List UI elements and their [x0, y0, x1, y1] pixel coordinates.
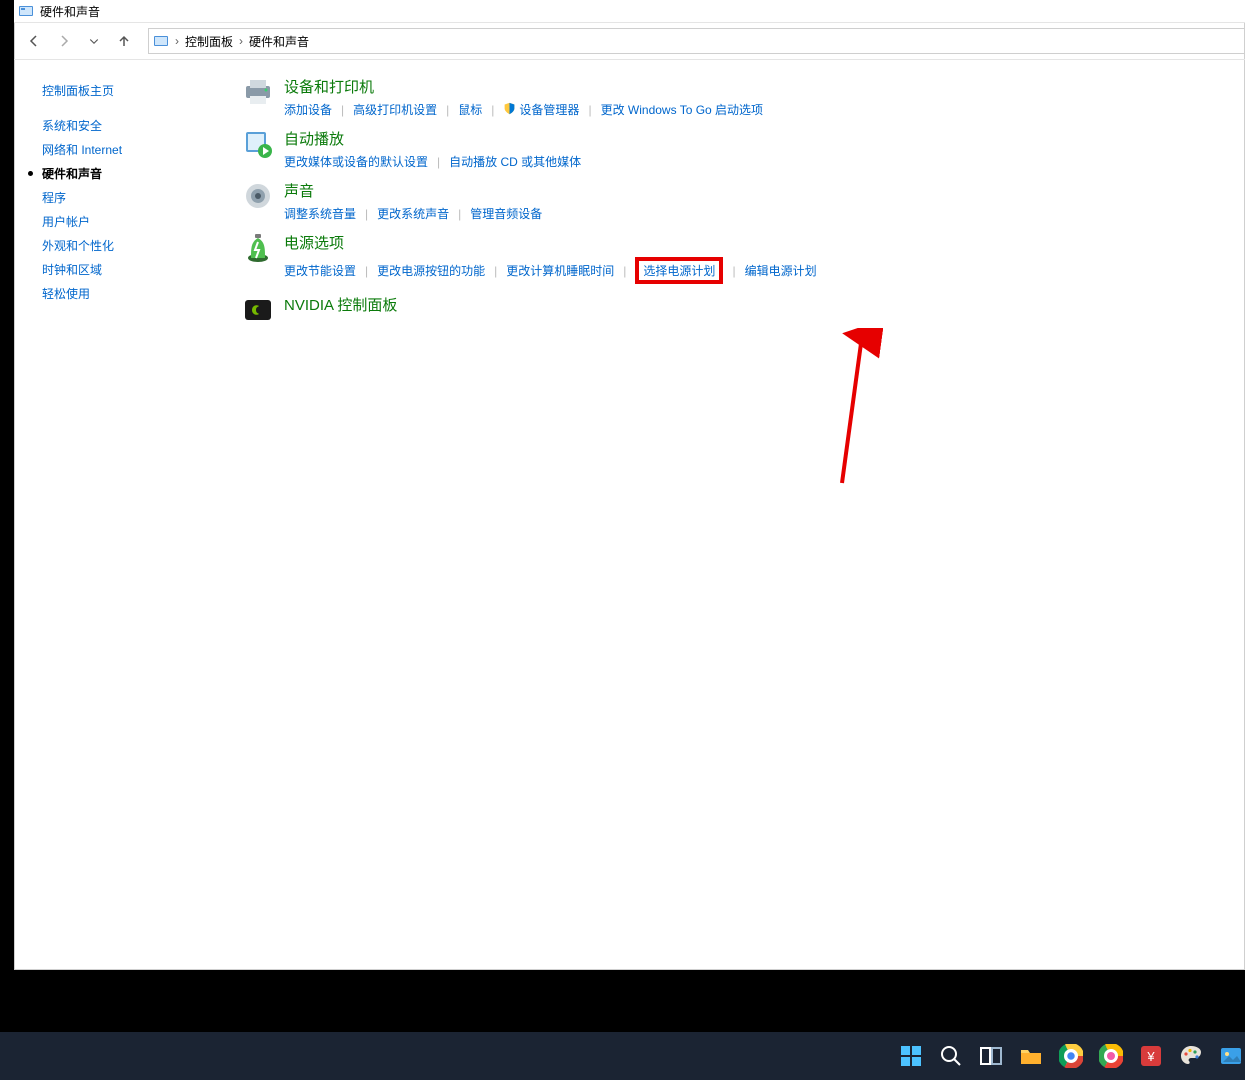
link-advanced-printer[interactable]: 高级打印机设置	[353, 101, 437, 118]
annotation-arrow	[827, 328, 887, 488]
control-panel-icon	[18, 3, 34, 19]
window-title: 硬件和声音	[40, 3, 100, 20]
nvidia-icon	[238, 294, 278, 334]
link-mouse[interactable]: 鼠标	[458, 101, 482, 118]
shield-icon	[503, 102, 516, 118]
category-title-devices[interactable]: 设备和打印机	[284, 76, 763, 97]
link-power-button-action[interactable]: 更改电源按钮的功能	[377, 262, 485, 279]
category-title-autoplay[interactable]: 自动播放	[284, 128, 581, 149]
chevron-right-icon: ›	[239, 34, 243, 48]
link-autoplay-cd[interactable]: 自动播放 CD 或其他媒体	[449, 153, 581, 170]
category-devices-printers: 设备和打印机 添加设备| 高级打印机设置| 鼠标| 设备管理器 | 更改 Win…	[238, 76, 1225, 118]
taskbar-explorer-button[interactable]	[1017, 1042, 1045, 1070]
link-manage-audio-devices[interactable]: 管理音频设备	[470, 205, 542, 222]
link-add-device[interactable]: 添加设备	[284, 101, 332, 118]
taskbar-start-button[interactable]	[897, 1042, 925, 1070]
breadcrumb-current[interactable]: 硬件和声音	[249, 33, 309, 50]
category-nvidia: NVIDIA 控制面板	[238, 294, 1225, 334]
taskbar-chrome-alt-button[interactable]	[1097, 1042, 1125, 1070]
sidebar-item-appearance[interactable]: 外观和个性化	[42, 237, 232, 254]
category-title-nvidia[interactable]: NVIDIA 控制面板	[284, 294, 397, 315]
breadcrumb-root[interactable]: 控制面板	[185, 33, 233, 50]
category-title-power[interactable]: 电源选项	[284, 232, 817, 253]
back-button[interactable]	[26, 33, 42, 49]
up-button[interactable]	[116, 33, 132, 49]
link-change-sleep-time[interactable]: 更改计算机睡眠时间	[506, 262, 614, 279]
taskbar-chrome-button[interactable]	[1057, 1042, 1085, 1070]
chevron-right-icon: ›	[175, 34, 179, 48]
control-panel-window: 硬件和声音 › 控制面板 › 硬件和声音 控制面板主页	[14, 0, 1245, 970]
category-power-options: 电源选项 更改节能设置| 更改电源按钮的功能| 更改计算机睡眠时间| 选择电源计…	[238, 232, 1225, 284]
printer-icon	[238, 76, 278, 116]
sidebar-home-link[interactable]: 控制面板主页	[42, 82, 232, 99]
autoplay-icon	[238, 128, 278, 168]
sidebar-item-programs[interactable]: 程序	[42, 189, 232, 206]
address-icon	[153, 33, 169, 49]
taskbar: ¥	[0, 1032, 1245, 1080]
link-change-power-saving[interactable]: 更改节能设置	[284, 262, 356, 279]
sidebar: 控制面板主页 系统和安全 网络和 Internet 硬件和声音 程序 用户帐户 …	[14, 60, 232, 972]
taskbar-paint-button[interactable]	[1177, 1042, 1205, 1070]
link-change-media-defaults[interactable]: 更改媒体或设备的默认设置	[284, 153, 428, 170]
link-change-system-sounds[interactable]: 更改系统声音	[377, 205, 449, 222]
link-device-manager[interactable]: 设备管理器	[503, 101, 579, 118]
content-area: 设备和打印机 添加设备| 高级打印机设置| 鼠标| 设备管理器 | 更改 Win…	[232, 60, 1245, 972]
link-device-manager-label: 设备管理器	[519, 101, 579, 118]
navigation-bar: › 控制面板 › 硬件和声音	[14, 22, 1245, 60]
recent-dropdown[interactable]	[86, 33, 102, 49]
sidebar-item-network-internet[interactable]: 网络和 Internet	[42, 141, 232, 158]
sidebar-item-ease-of-access[interactable]: 轻松使用	[42, 285, 232, 302]
sidebar-item-user-accounts[interactable]: 用户帐户	[42, 213, 232, 230]
taskbar-app-red-button[interactable]: ¥	[1137, 1042, 1165, 1070]
taskbar-photos-button[interactable]	[1217, 1042, 1245, 1070]
link-edit-power-plan[interactable]: 编辑电源计划	[745, 262, 817, 279]
speaker-icon	[238, 180, 278, 220]
battery-icon	[238, 232, 278, 272]
link-choose-power-plan[interactable]: 选择电源计划	[635, 257, 723, 284]
category-autoplay: 自动播放 更改媒体或设备的默认设置| 自动播放 CD 或其他媒体	[238, 128, 1225, 170]
svg-text:¥: ¥	[1146, 1049, 1155, 1064]
category-sound: 声音 调整系统音量| 更改系统声音| 管理音频设备	[238, 180, 1225, 222]
category-title-sound[interactable]: 声音	[284, 180, 542, 201]
titlebar: 硬件和声音	[14, 0, 1245, 22]
taskbar-search-button[interactable]	[937, 1042, 965, 1070]
link-windows-to-go[interactable]: 更改 Windows To Go 启动选项	[601, 101, 763, 118]
sidebar-item-system-security[interactable]: 系统和安全	[42, 117, 232, 134]
sidebar-item-clock-region[interactable]: 时钟和区域	[42, 261, 232, 278]
taskbar-taskview-button[interactable]	[977, 1042, 1005, 1070]
forward-button[interactable]	[56, 33, 72, 49]
address-bar[interactable]: › 控制面板 › 硬件和声音	[148, 28, 1245, 54]
link-adjust-volume[interactable]: 调整系统音量	[284, 205, 356, 222]
sidebar-item-hardware-sound[interactable]: 硬件和声音	[42, 165, 232, 182]
